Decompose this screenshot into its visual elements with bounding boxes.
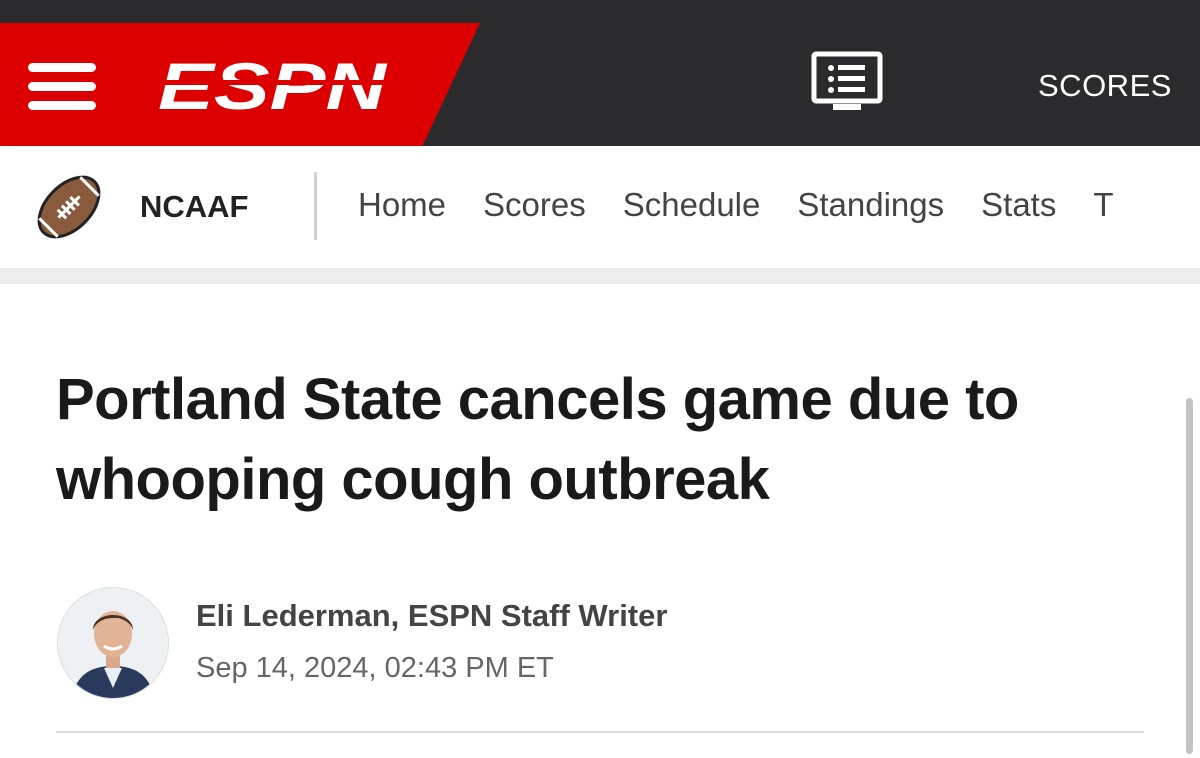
author-photo <box>58 588 168 698</box>
content-divider <box>56 731 1144 733</box>
nav-item-schedule[interactable]: Schedule <box>623 186 761 224</box>
football-icon <box>37 175 101 239</box>
nav-item-scores[interactable]: Scores <box>483 186 586 224</box>
nav-item-stats[interactable]: Stats <box>981 186 1056 224</box>
publish-date: Sep 14, 2024, 02:43 PM ET <box>196 652 554 684</box>
scores-link[interactable]: SCORES <box>1038 68 1172 104</box>
hamburger-menu-icon[interactable] <box>28 63 96 110</box>
author-byline[interactable]: Eli Lederman, ESPN Staff Writer <box>196 598 667 634</box>
nav-item-standings[interactable]: Standings <box>797 186 944 224</box>
scrollbar[interactable] <box>1186 398 1193 754</box>
nav-item-truncated[interactable]: T <box>1093 186 1113 224</box>
espn-logo[interactable]: ESPN <box>155 54 390 118</box>
league-subnav: NCAAF Home Scores Schedule Standings Stats T <box>0 146 1200 268</box>
espn-logo-text: ESPN <box>158 54 388 118</box>
subnav-items: Home Scores Schedule Standings Stats T <box>358 186 1151 224</box>
league-name[interactable]: NCAAF <box>140 189 249 225</box>
status-strip <box>0 0 1200 23</box>
article-headline: Portland State cancels game due to whoop… <box>56 367 1019 512</box>
nav-item-home[interactable]: Home <box>358 186 446 224</box>
nav-divider <box>314 172 317 240</box>
author-avatar[interactable] <box>57 587 169 699</box>
top-bar: ESPN SCORES <box>0 23 1200 146</box>
watch-list-icon[interactable] <box>811 51 883 113</box>
header-gap <box>0 268 1200 284</box>
